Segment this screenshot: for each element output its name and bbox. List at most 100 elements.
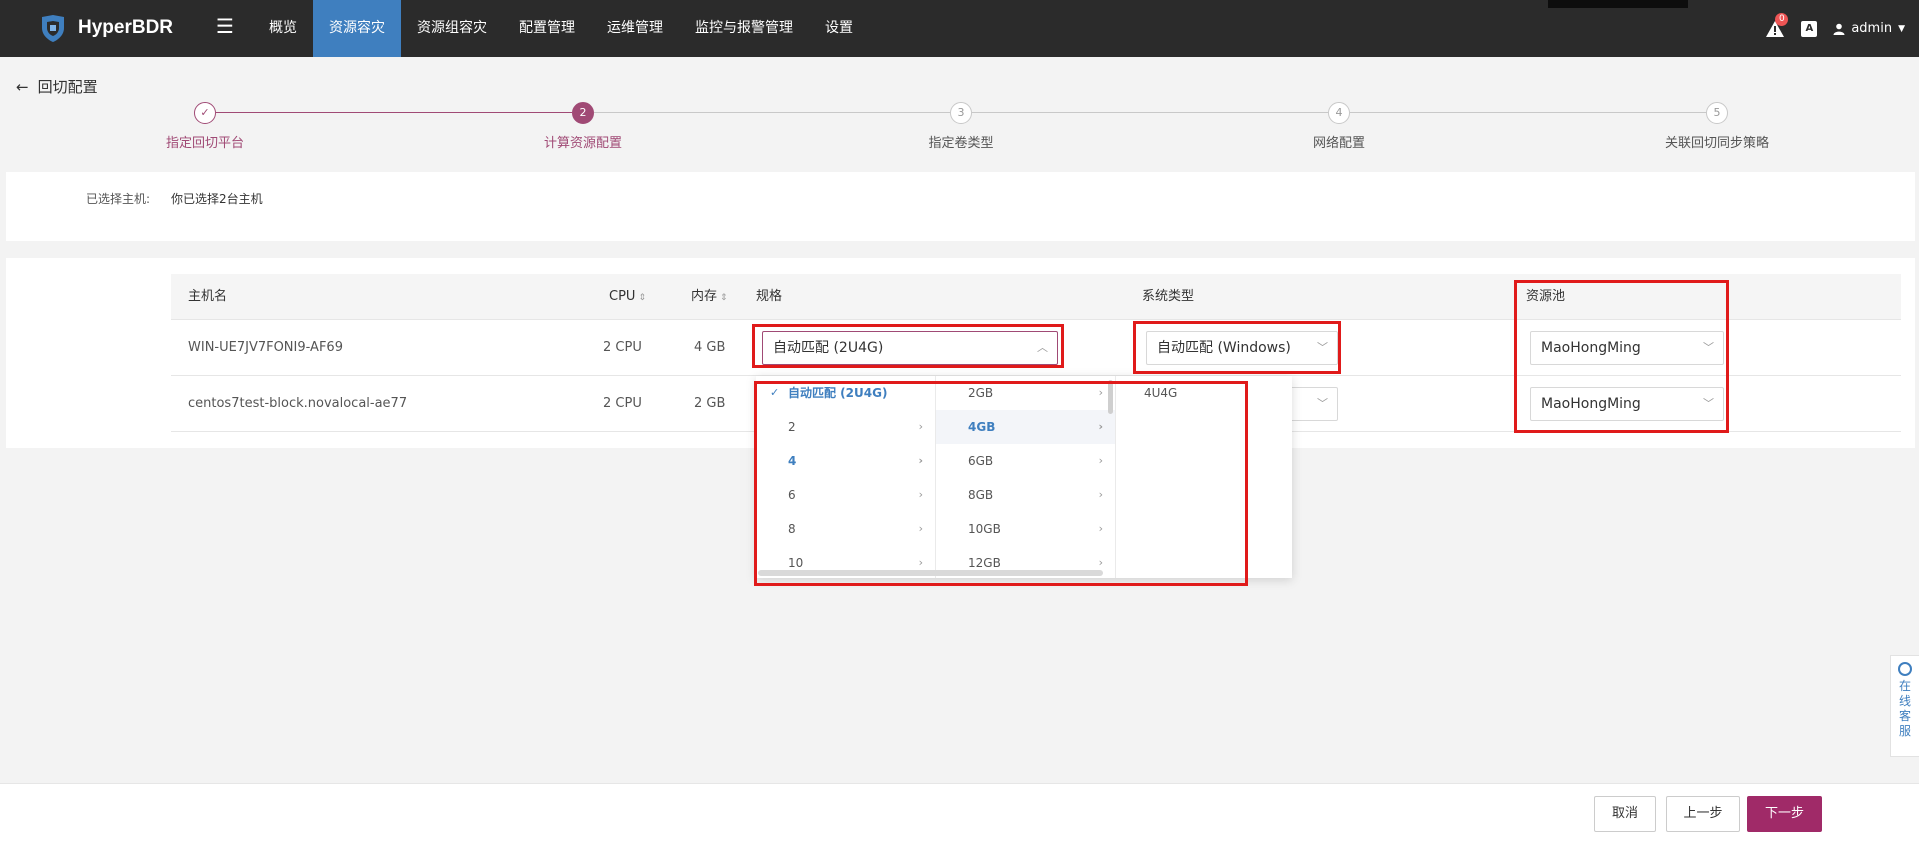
host-name: centos7test-block.novalocal-ae77 xyxy=(188,396,408,411)
cascader-option[interactable]: 8GB › xyxy=(936,478,1115,512)
step-connector xyxy=(216,112,572,113)
page-title: 回切配置 xyxy=(37,78,98,96)
main-nav: 概览 资源容灾 资源组容灾 配置管理 运维管理 监控与报警管理 设置 xyxy=(253,0,869,57)
back-button[interactable]: ← 回切配置 xyxy=(16,76,98,97)
selected-hosts-panel: 已选择主机: 你已选择2台主机 xyxy=(6,172,1915,241)
arrow-left-icon: ← xyxy=(16,77,29,96)
step-connector xyxy=(972,112,1328,113)
flavor-select[interactable]: 自动匹配 (2U4G) ︿ xyxy=(762,331,1058,365)
cascader-column-memory: 2GB › 4GB › 6GB › 8GB › 10GB › 12GB › xyxy=(936,376,1116,578)
chevron-right-icon: › xyxy=(918,454,923,467)
host-memory: 4 GB xyxy=(694,340,726,355)
cascader-option-label: 自动匹配 (2U4G) xyxy=(788,386,888,400)
wizard-steps: ✓ 2 3 4 5 指定回切平台 计算资源配置 指定卷类型 网络配置 关联回切同… xyxy=(0,102,1919,152)
app-logo[interactable]: HyperBDR xyxy=(38,12,173,44)
cascader-option-label: 2GB xyxy=(968,386,994,400)
top-navbar: HyperBDR ☰ 概览 资源容灾 资源组容灾 配置管理 运维管理 监控与报警… xyxy=(0,0,1919,57)
cascader-option[interactable]: 4GB › xyxy=(936,410,1115,444)
cascader-horizontal-scrollbar[interactable] xyxy=(758,570,1103,576)
prev-step-button[interactable]: 上一步 xyxy=(1666,796,1740,832)
host-memory: 2 GB xyxy=(694,396,726,411)
cascader-option[interactable]: ✓ 自动匹配 (2U4G) xyxy=(756,376,935,410)
cascader-option[interactable]: 10GB › xyxy=(936,512,1115,546)
nav-item-config-management[interactable]: 配置管理 xyxy=(503,0,591,57)
chevron-down-icon: ﹀ xyxy=(1703,341,1714,354)
cascader-option[interactable]: 8 › xyxy=(756,512,935,546)
cascader-option-label: 4U4G xyxy=(1144,386,1178,400)
step-4-indicator: 4 xyxy=(1328,102,1350,124)
alert-button[interactable]: 0 xyxy=(1765,12,1789,39)
sort-icon: ⇕ xyxy=(720,293,728,303)
cascader-option-label: 6 xyxy=(788,488,796,502)
nav-item-resource-group-dr[interactable]: 资源组容灾 xyxy=(401,0,503,57)
headset-icon xyxy=(1898,662,1912,676)
chevron-up-icon: ︿ xyxy=(1037,341,1048,354)
chevron-right-icon: › xyxy=(1098,454,1103,467)
chevron-right-icon: › xyxy=(1098,488,1103,501)
check-icon: ✓ xyxy=(770,386,780,399)
cascader-option[interactable]: 6GB › xyxy=(936,444,1115,478)
nav-item-overview[interactable]: 概览 xyxy=(253,0,313,57)
step-2-indicator: 2 xyxy=(572,102,594,124)
os-type-select-value: 自动匹配 (Windows) xyxy=(1157,340,1291,356)
chevron-right-icon: › xyxy=(1098,522,1103,535)
flavor-select-value: 自动匹配 (2U4G) xyxy=(773,340,884,356)
step-connector xyxy=(1350,112,1706,113)
user-menu[interactable]: admin ▼ xyxy=(1833,21,1905,36)
step-1-label: 指定回切平台 xyxy=(165,136,245,151)
chevron-right-icon: › xyxy=(918,488,923,501)
os-type-select[interactable]: 自动匹配 (Windows) ﹀ xyxy=(1146,331,1338,365)
cascader-scrollbar[interactable] xyxy=(1108,380,1113,414)
step-1-indicator: ✓ xyxy=(194,102,216,124)
window-thumbnail-strip xyxy=(1548,0,1688,8)
selected-hosts-value: 你已选择2台主机 xyxy=(171,192,263,206)
step-connector xyxy=(594,112,950,113)
nav-item-ops-management[interactable]: 运维管理 xyxy=(591,0,679,57)
cascader-option[interactable]: 2 › xyxy=(756,410,935,444)
nav-item-monitoring-alerts[interactable]: 监控与报警管理 xyxy=(679,0,809,57)
nav-item-settings[interactable]: 设置 xyxy=(809,0,869,57)
resource-pool-select-value: MaoHongMing xyxy=(1541,396,1641,412)
user-icon xyxy=(1833,23,1845,35)
host-name: WIN-UE7JV7FONI9-AF69 xyxy=(188,340,343,355)
cascader-option[interactable]: 6 › xyxy=(756,478,935,512)
step-4-label: 网络配置 xyxy=(1312,136,1366,151)
step-2-label: 计算资源配置 xyxy=(543,136,623,151)
step-5-indicator: 5 xyxy=(1706,102,1728,124)
next-step-button[interactable]: 下一步 xyxy=(1747,796,1822,832)
col-header-host: 主机名 xyxy=(188,289,228,304)
cascader-option[interactable]: 4U4G xyxy=(1116,376,1292,410)
user-name: admin xyxy=(1851,21,1893,36)
col-header-cpu-label: CPU xyxy=(609,289,636,304)
resource-pool-select-value: MaoHongMing xyxy=(1541,340,1641,356)
cascader-option-label: 8GB xyxy=(968,488,994,502)
chevron-right-icon: › xyxy=(918,522,923,535)
step-3-indicator: 3 xyxy=(950,102,972,124)
menu-toggle-icon[interactable]: ☰ xyxy=(216,16,236,36)
col-header-flavor: 规格 xyxy=(756,289,783,304)
cascader-option-label: 4GB xyxy=(968,420,996,434)
step-3-label: 指定卷类型 xyxy=(928,136,994,151)
chevron-right-icon: › xyxy=(1098,420,1103,433)
cascader-option[interactable]: 2GB › xyxy=(936,376,1115,410)
cascader-option-label: 10GB xyxy=(968,522,1001,536)
cascader-column-flavor: 4U4G xyxy=(1116,376,1292,578)
selected-hosts-label: 已选择主机: xyxy=(86,192,151,206)
table-header: 主机名 CPU ⇕ 内存 ⇕ 规格 系统类型 资源池 xyxy=(171,274,1901,320)
table-row: WIN-UE7JV7FONI9-AF69 2 CPU 4 GB 自动匹配 (2U… xyxy=(171,320,1901,376)
resource-pool-select[interactable]: MaoHongMing ﹀ xyxy=(1530,331,1724,365)
online-service-widget[interactable]: 在线客服 xyxy=(1890,655,1919,757)
nav-item-resource-dr[interactable]: 资源容灾 xyxy=(313,0,401,57)
logo-shield-icon xyxy=(42,15,64,42)
cascader-option[interactable]: 4 › xyxy=(756,444,935,478)
cancel-button[interactable]: 取消 xyxy=(1594,796,1656,832)
col-header-cpu[interactable]: CPU ⇕ xyxy=(609,274,646,320)
language-icon[interactable]: A xyxy=(1801,20,1818,37)
col-header-memory[interactable]: 内存 ⇕ xyxy=(691,274,728,320)
resource-pool-select[interactable]: MaoHongMing ﹀ xyxy=(1530,387,1724,421)
cascader-column-cpu: ✓ 自动匹配 (2U4G) 2 › 4 › 6 › 8 › 10 › xyxy=(756,376,936,578)
host-cpu: 2 CPU xyxy=(603,396,642,411)
step-5-label: 关联回切同步策略 xyxy=(1664,136,1770,151)
col-header-os-type: 系统类型 xyxy=(1142,289,1195,304)
alert-count-badge: 0 xyxy=(1775,12,1789,26)
